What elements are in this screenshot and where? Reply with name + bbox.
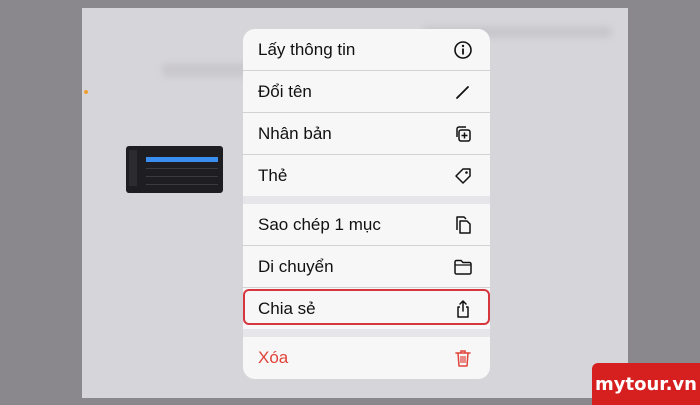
- menu-item-label: Di chuyển: [258, 256, 334, 276]
- menu-item-label: Xóa: [258, 347, 289, 367]
- menu-section-gap: [243, 196, 490, 204]
- status-dot: [84, 90, 88, 94]
- menu-item-move[interactable]: Di chuyển: [243, 246, 490, 287]
- menu-item-label: Thẻ: [258, 165, 288, 185]
- menu-item-label: Sao chép 1 mục: [258, 214, 381, 234]
- menu-item-tags[interactable]: Thẻ: [243, 155, 490, 196]
- menu-section-gap: [243, 329, 490, 337]
- thumbnail-sidebar: [129, 150, 137, 186]
- menu-item-label: Nhân bản: [258, 123, 332, 143]
- watermark-logo: mytour.vn: [592, 363, 700, 405]
- menu-item-label: Lấy thông tin: [258, 39, 356, 59]
- menu-item-delete[interactable]: Xóa: [243, 337, 490, 378]
- folder-icon: [453, 257, 473, 277]
- tag-icon: [453, 166, 473, 186]
- context-menu: Lấy thông tin Đổi tên Nhân bản Thẻ Sao c…: [243, 29, 490, 379]
- thumbnail-row: [146, 184, 218, 185]
- info-icon: [453, 40, 473, 60]
- menu-item-label: Đổi tên: [258, 81, 312, 101]
- duplicate-icon: [453, 124, 473, 144]
- file-thumbnail[interactable]: [126, 146, 223, 193]
- trash-icon: [453, 348, 473, 368]
- menu-item-duplicate[interactable]: Nhân bản: [243, 113, 490, 154]
- thumbnail-row: [146, 168, 218, 169]
- menu-item-share[interactable]: Chia sẻ: [243, 288, 490, 329]
- thumbnail-selection-bar: [146, 157, 218, 162]
- menu-item-rename[interactable]: Đổi tên: [243, 71, 490, 112]
- menu-item-copy[interactable]: Sao chép 1 mục: [243, 204, 490, 245]
- menu-item-label: Chia sẻ: [258, 298, 316, 318]
- share-icon: [453, 299, 473, 319]
- thumbnail-row: [146, 176, 218, 177]
- pencil-icon: [453, 82, 473, 102]
- menu-item-get-info[interactable]: Lấy thông tin: [243, 29, 490, 70]
- copy-icon: [453, 215, 473, 235]
